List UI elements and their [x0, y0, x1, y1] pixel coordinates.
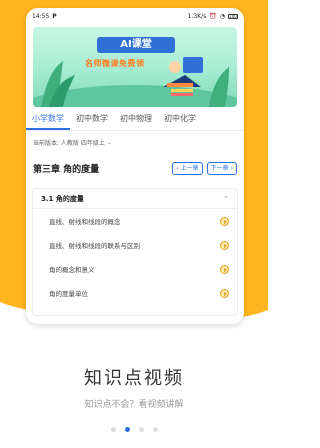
section-card: 3.1 角的度量 ⌃ 直线、射线和线段的概念 直线、射线和线段的联系与区别 角的… [32, 188, 238, 316]
status-bar: 14:55 P 1.3K/s ⏰ ◔ 100 [26, 8, 244, 24]
chevron-up-icon: ⌃ [223, 194, 229, 203]
lesson-item[interactable]: 直线、射线和线段的联系与区别 [33, 233, 237, 257]
promo-banner[interactable]: AI课堂 名师微课免费领 [33, 27, 237, 107]
battery-icon: 100 [228, 13, 238, 19]
play-icon[interactable] [220, 216, 229, 226]
pager-dots [0, 427, 268, 432]
version-selector[interactable]: 当前版本: 人教版 四年级上 ⌄ [33, 138, 112, 147]
chapter-title: 第三章 角的度量 [33, 164, 100, 175]
lesson-label: 直线、射线和线段的概念 [49, 218, 121, 226]
chevron-down-icon: ⌄ [106, 139, 112, 146]
lesson-label: 直线、射线和线段的联系与区别 [49, 242, 140, 250]
pager-dot[interactable] [110, 427, 116, 432]
status-speed: 1.3K/s [187, 12, 207, 20]
lesson-item[interactable]: 角的概念和意义 [33, 257, 237, 281]
tab-junior-physics[interactable]: 初中物理 [114, 109, 158, 130]
banner-subtitle: 名师微课免费领 [85, 59, 145, 68]
phone-mockup: 14:55 P 1.3K/s ⏰ ◔ 100 AI课堂 名师微课免费领 小学数学… [26, 8, 244, 324]
prev-chapter-label: 上一章 [180, 164, 199, 172]
section-header[interactable]: 3.1 角的度量 ⌃ [33, 189, 237, 209]
tab-primary-math[interactable]: 小学数学 [26, 109, 70, 130]
banner-title: AI课堂 [97, 37, 175, 53]
tab-junior-chemistry[interactable]: 初中化学 [158, 109, 202, 130]
pager-dot[interactable] [138, 427, 144, 432]
lesson-item[interactable]: 直线、射线和线段的概念 [33, 209, 237, 233]
wifi-icon: ◔ [219, 12, 225, 20]
version-label: 当前版本: 人教版 四年级上 [33, 140, 105, 147]
play-icon[interactable] [220, 264, 229, 274]
prev-chapter-button[interactable]: ‹ 上一章 [172, 161, 203, 175]
next-chapter-button[interactable]: 下一章 › [206, 161, 237, 175]
section-title: 3.1 角的度量 [41, 194, 84, 203]
pager-dot[interactable] [152, 427, 158, 432]
lesson-item[interactable]: 角的度量单位 [33, 281, 237, 305]
alarm-icon: ⏰ [209, 12, 217, 20]
lesson-label: 角的度量单位 [49, 290, 88, 298]
feature-subline: 知识点不会？看视频讲解 [84, 400, 184, 410]
feature-headline: 知识点视频 [84, 368, 184, 389]
tab-junior-math[interactable]: 初中数学 [70, 109, 114, 130]
play-icon[interactable] [220, 288, 229, 298]
pager-dot-active[interactable] [124, 427, 130, 432]
parking-icon: P [52, 12, 57, 20]
lesson-label: 角的概念和意义 [49, 266, 95, 274]
subject-tabs: 小学数学 初中数学 初中物理 初中化学 [26, 109, 244, 131]
status-time: 14:55 [32, 12, 50, 20]
chapter-header: 第三章 角的度量 ‹ 上一章 下一章 › [33, 160, 237, 176]
play-icon[interactable] [220, 240, 229, 250]
next-chapter-label: 下一章 [210, 164, 229, 172]
